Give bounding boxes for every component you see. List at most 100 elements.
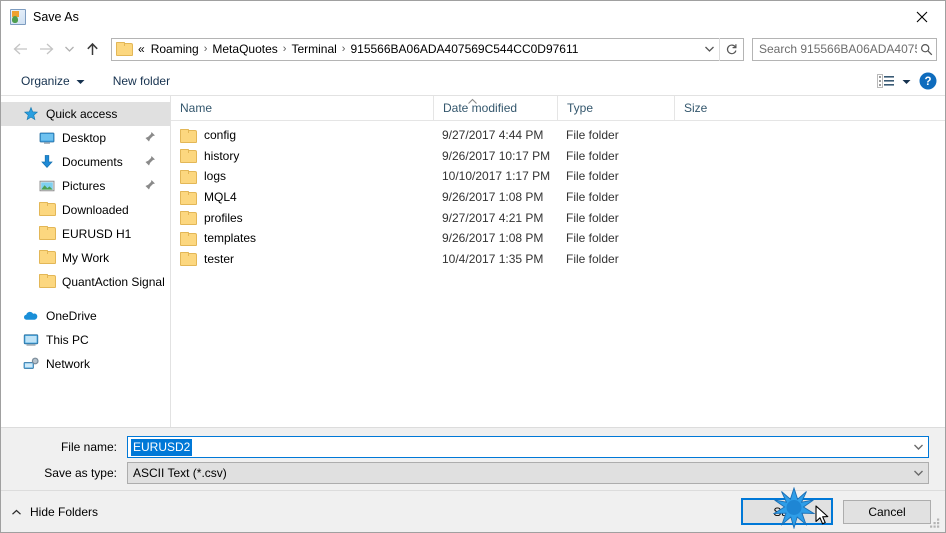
search-input[interactable]: Search 915566BA06ADA40756...: [752, 37, 937, 61]
sidebar-item-quick-access[interactable]: Quick access: [1, 102, 170, 126]
pin-icon[interactable]: [144, 179, 156, 191]
recent-locations-chevron-down-icon[interactable]: [59, 36, 79, 62]
search-placeholder: Search 915566BA06ADA40756...: [759, 42, 917, 56]
sidebar-item-pictures[interactable]: Pictures: [1, 174, 170, 198]
breadcrumb-item-0[interactable]: Roaming: [147, 42, 203, 56]
resize-grip-icon[interactable]: [929, 517, 941, 529]
organize-button[interactable]: Organize: [15, 69, 91, 93]
hide-folders-label: Hide Folders: [30, 504, 99, 519]
file-name-label: profiles: [204, 210, 243, 225]
dialog-buttons: Save Cancel: [741, 498, 931, 525]
column-label: Type: [567, 101, 594, 115]
column-header-type[interactable]: Type: [557, 95, 674, 121]
pin-icon[interactable]: [144, 155, 156, 167]
view-layout-icon[interactable]: [874, 74, 898, 88]
forward-button[interactable]: [33, 36, 59, 62]
column-label: Date modified: [443, 101, 518, 115]
sidebar-item-onedrive[interactable]: OneDrive: [1, 304, 170, 328]
breadcrumb-item-3[interactable]: 915566BA06ADA407569C544CC0D97611: [346, 42, 582, 56]
dialog-body: Quick access Desktop Documents Pictures …: [1, 94, 945, 428]
desktop-icon: [39, 130, 55, 146]
folder-icon: [39, 250, 56, 266]
sidebar-item-label: Network: [46, 357, 91, 371]
file-name-cell: MQL4: [171, 190, 433, 205]
sidebar-item-this-pc[interactable]: This PC: [1, 328, 170, 352]
file-date-cell: 9/27/2017 4:44 PM: [442, 128, 544, 143]
table-row[interactable]: history 9/26/2017 10:17 PM File folder: [171, 146, 945, 167]
file-name-label: MQL4: [204, 190, 237, 205]
sidebar-item-desktop[interactable]: Desktop: [1, 126, 170, 150]
address-bar[interactable]: « Roaming › MetaQuotes › Terminal › 9155…: [111, 37, 744, 61]
view-caret-down-icon[interactable]: [898, 74, 919, 88]
refresh-icon[interactable]: [719, 37, 743, 61]
folder-icon: [180, 252, 197, 267]
help-icon[interactable]: ?: [919, 72, 937, 90]
sidebar-item-quantaction-signal[interactable]: QuantAction Signal: [1, 270, 170, 294]
save-as-type-chevron-down-icon[interactable]: [908, 469, 928, 477]
command-toolbar: Organize New folder ?: [1, 66, 945, 96]
column-header-date-modified[interactable]: Date modified: [433, 95, 557, 121]
file-date-cell: 10/4/2017 1:35 PM: [442, 251, 544, 266]
sidebar-item-label: Documents: [62, 155, 123, 169]
file-name-cell: config: [171, 128, 433, 143]
table-row[interactable]: templates 9/26/2017 1:08 PM File folder: [171, 228, 945, 249]
sort-ascending-caret-up-icon: [467, 94, 478, 108]
file-type-cell: File folder: [566, 128, 619, 143]
folder-icon: [180, 149, 197, 164]
table-row[interactable]: logs 10/10/2017 1:17 PM File folder: [171, 166, 945, 187]
navigation-bar: « Roaming › MetaQuotes › Terminal › 9155…: [1, 32, 945, 66]
up-one-level-button[interactable]: [79, 36, 105, 62]
window-title: Save As: [33, 9, 79, 24]
file-name-input[interactable]: EURUSD2: [127, 436, 929, 458]
documents-download-icon: [39, 154, 55, 170]
file-name-cell: logs: [171, 169, 433, 184]
save-as-app-icon: [10, 8, 26, 25]
save-as-type-select[interactable]: ASCII Text (*.csv): [127, 462, 929, 484]
folder-icon: [180, 169, 197, 184]
title-bar: Save As: [1, 1, 945, 32]
breadcrumb-item-1[interactable]: MetaQuotes: [208, 42, 281, 56]
pictures-icon: [39, 178, 55, 194]
network-icon: [23, 356, 39, 372]
breadcrumb-overflow[interactable]: «: [135, 42, 147, 56]
folder-icon: [180, 190, 197, 205]
table-row[interactable]: MQL4 9/26/2017 1:08 PM File folder: [171, 187, 945, 208]
new-folder-button[interactable]: New folder: [107, 69, 176, 93]
column-label: Size: [684, 101, 708, 115]
table-row[interactable]: config 9/27/2017 4:44 PM File folder: [171, 125, 945, 146]
folder-icon: [180, 128, 197, 143]
sidebar-item-documents[interactable]: Documents: [1, 150, 170, 174]
file-name-label: history: [204, 148, 240, 163]
folder-icon: [180, 211, 197, 226]
file-type-cell: File folder: [566, 190, 619, 205]
pin-icon[interactable]: [144, 131, 156, 143]
table-row[interactable]: tester 10/4/2017 1:35 PM File folder: [171, 249, 945, 270]
address-chevron-down-icon[interactable]: [700, 45, 719, 53]
column-header-name[interactable]: Name: [171, 96, 433, 121]
breadcrumb-item-2[interactable]: Terminal: [287, 42, 340, 56]
sidebar-item-my-work[interactable]: My Work: [1, 246, 170, 270]
sidebar-item-eurusd-h1[interactable]: EURUSD H1: [1, 222, 170, 246]
cancel-button[interactable]: Cancel: [843, 499, 931, 524]
file-name-chevron-down-icon[interactable]: [908, 443, 928, 451]
file-type-cell: File folder: [566, 169, 619, 184]
column-header-size[interactable]: Size: [674, 95, 753, 121]
file-name-label: File name:: [60, 440, 117, 454]
column-label: Name: [180, 101, 213, 115]
search-icon[interactable]: [917, 43, 936, 56]
back-button[interactable]: [7, 36, 33, 62]
hide-folders-button[interactable]: Hide Folders: [11, 505, 98, 519]
sidebar-item-label: QuantAction Signal: [62, 275, 165, 289]
sidebar-item-label: EURUSD H1: [62, 227, 132, 241]
svg-text:?: ?: [924, 76, 931, 88]
sidebar-item-network[interactable]: Network: [1, 352, 170, 376]
sidebar-item-downloaded[interactable]: Downloaded: [1, 198, 170, 222]
close-icon[interactable]: [899, 1, 945, 32]
table-row[interactable]: profiles 9/27/2017 4:21 PM File folder: [171, 207, 945, 228]
save-button[interactable]: Save: [741, 498, 833, 525]
sidebar-item-label: OneDrive: [46, 309, 97, 323]
sidebar-item-label: This PC: [46, 333, 89, 347]
caret-up-icon: [11, 505, 22, 519]
save-label: Save: [773, 504, 801, 519]
